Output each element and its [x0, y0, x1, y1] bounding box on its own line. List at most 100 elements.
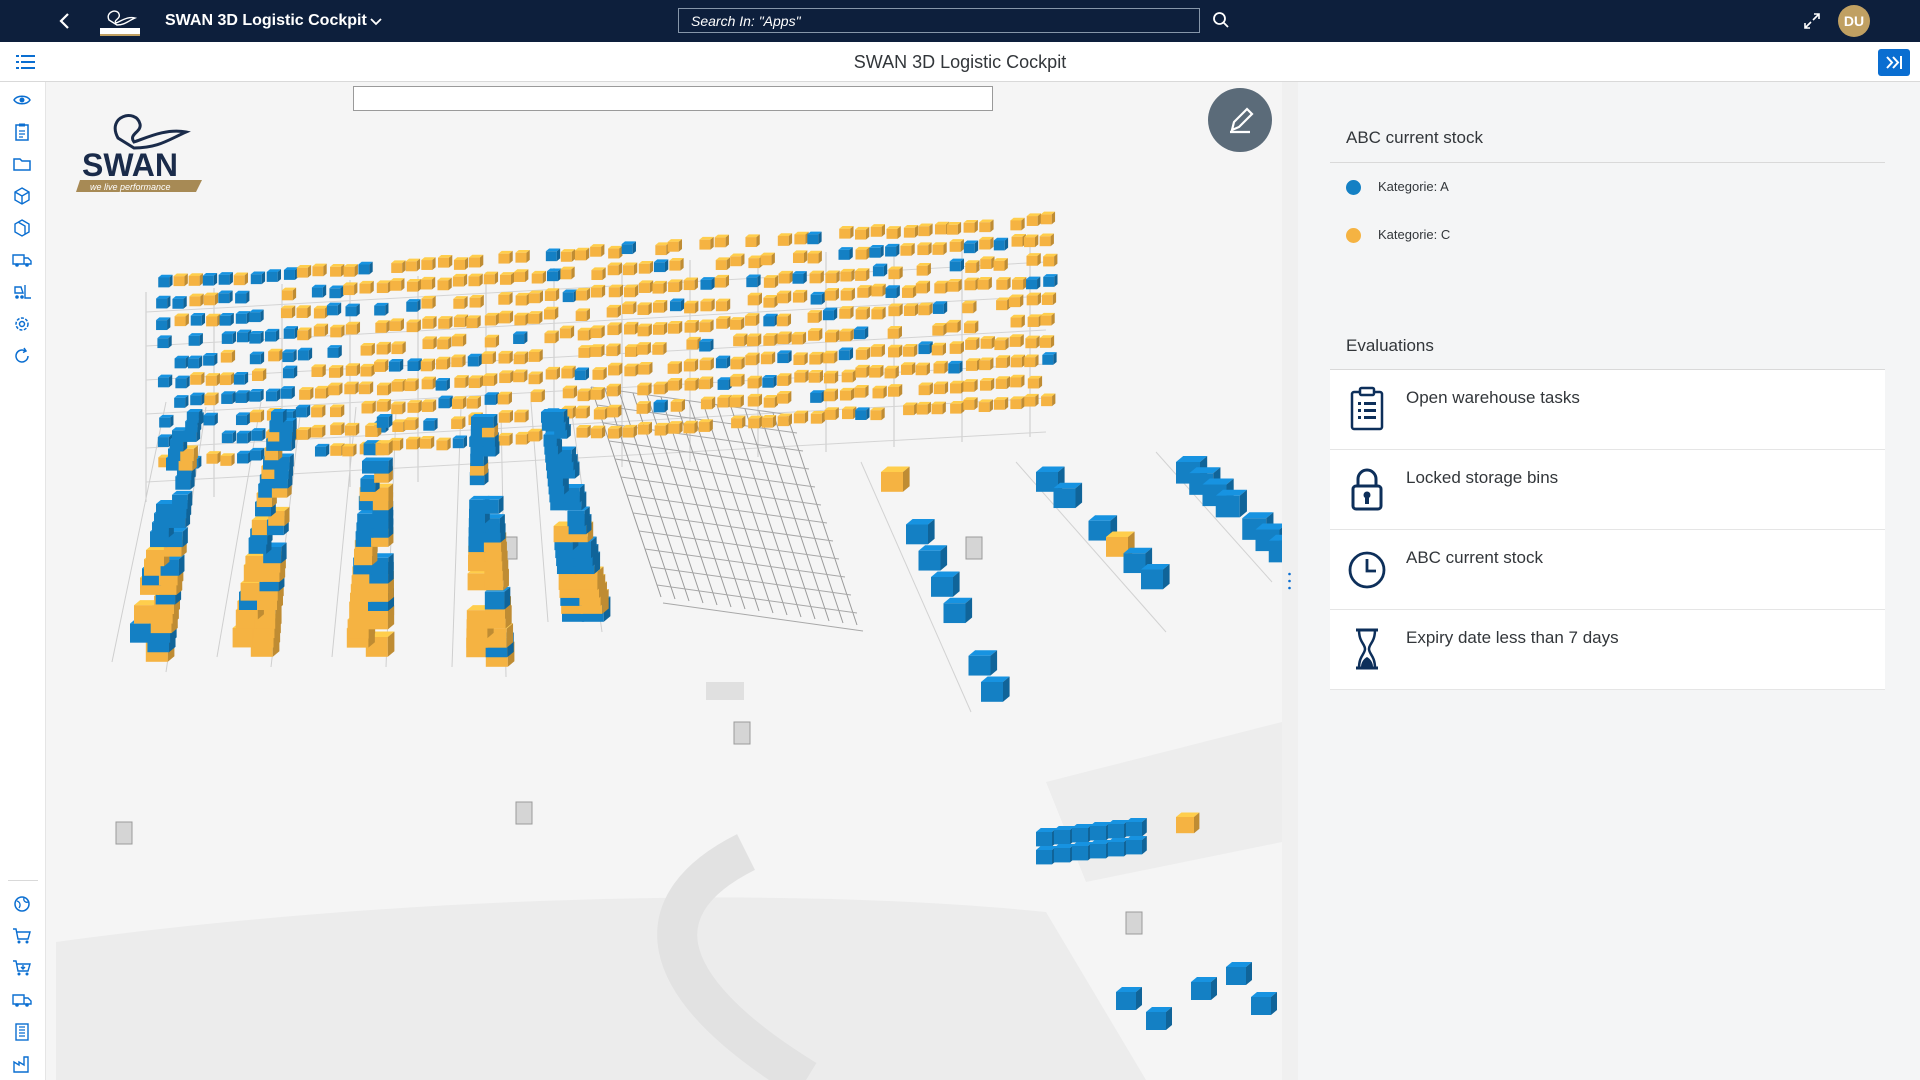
stock-bin	[203, 412, 218, 426]
bin-front	[949, 344, 961, 354]
bin-front	[1268, 540, 1282, 563]
bin-front	[249, 450, 261, 461]
stock-bin	[823, 388, 839, 402]
stock-bin	[887, 344, 903, 358]
bin-front	[824, 409, 836, 420]
collapse-panel-button[interactable]	[1878, 49, 1910, 76]
grid-level	[650, 566, 852, 596]
stock-bin	[1191, 977, 1217, 1000]
bin-front	[245, 556, 264, 573]
bin-front	[748, 258, 760, 269]
warehouse-scene[interactable]	[46, 82, 1282, 1080]
bin-front	[484, 591, 505, 610]
back-icon[interactable]	[55, 9, 75, 33]
stock-bin	[1036, 846, 1057, 865]
bin-front	[590, 328, 602, 339]
bin-front	[205, 375, 217, 386]
bin-front	[1036, 850, 1052, 865]
stock-bin	[451, 354, 466, 368]
bin-front	[979, 380, 991, 391]
bin-front	[700, 279, 712, 290]
stock-bin	[329, 285, 344, 299]
bin-front	[777, 376, 789, 386]
stock-bin	[249, 351, 265, 365]
stock-bin	[374, 302, 389, 316]
bin-front	[438, 318, 450, 329]
bin-front	[996, 279, 1008, 290]
bin-front	[978, 402, 990, 413]
bin-front	[134, 605, 155, 624]
bin-front	[855, 410, 867, 420]
stock-bin	[311, 424, 326, 438]
stock-bin	[700, 277, 715, 290]
stock-bin	[996, 277, 1011, 290]
stock-bin	[993, 237, 1009, 251]
packages-icon[interactable]	[12, 218, 32, 238]
factory-icon[interactable]	[12, 1054, 32, 1074]
stock-bin	[421, 295, 436, 309]
bin-front	[761, 417, 773, 428]
evaluation-abc-current-stock[interactable]: ABC current stock	[1330, 530, 1885, 610]
stock-bin	[977, 276, 992, 290]
stock-bin	[621, 241, 636, 255]
bin-front	[358, 384, 370, 395]
stock-bin	[296, 427, 312, 440]
chevron-down-icon[interactable]	[368, 13, 384, 29]
stock-bin	[979, 378, 995, 391]
truck-icon[interactable]	[12, 250, 32, 270]
bin-front	[1116, 992, 1136, 1010]
bin-front	[220, 455, 232, 466]
stock-bin	[590, 425, 606, 439]
app-title[interactable]: SWAN 3D Logistic Cockpit	[165, 12, 367, 30]
clipboard-icon[interactable]	[12, 122, 32, 142]
drag-handle-icon[interactable]	[1288, 572, 1291, 590]
stock-bin	[855, 347, 871, 360]
bin-front	[514, 315, 526, 326]
cart-icon[interactable]	[12, 926, 32, 946]
bin-front	[190, 315, 202, 326]
bin-front	[931, 404, 943, 415]
building-icon[interactable]	[12, 1022, 32, 1042]
bin-front	[421, 379, 433, 390]
bin-front	[236, 433, 248, 444]
bin-front	[190, 395, 202, 406]
evaluation-locked-storage-bins[interactable]: Locked storage bins	[1330, 450, 1885, 530]
stock-bin	[824, 287, 839, 301]
stock-bin	[731, 415, 746, 429]
package-icon[interactable]	[12, 186, 32, 206]
settings-icon[interactable]	[12, 314, 32, 334]
bin-front	[1041, 295, 1053, 305]
forklift-icon[interactable]	[12, 282, 32, 302]
bin-front	[637, 326, 649, 337]
refresh-icon[interactable]	[12, 346, 32, 366]
folder-icon[interactable]	[12, 154, 32, 174]
stock-bin	[745, 313, 760, 326]
stock-bin	[388, 358, 404, 372]
search-icon[interactable]	[1212, 11, 1230, 29]
stock-bin	[188, 333, 203, 346]
stock-bin	[855, 407, 870, 420]
search-field[interactable]: Search In: "Apps"	[678, 8, 1200, 33]
cart-arrow-icon[interactable]	[12, 958, 32, 978]
warehouse-3d-viewport[interactable]: SWAN we live performance	[46, 82, 1282, 1080]
swan-logo-icon[interactable]	[95, 6, 145, 36]
fullscreen-icon[interactable]	[1802, 11, 1822, 31]
panel-splitter[interactable]	[1282, 82, 1298, 1080]
truck-icon[interactable]	[12, 990, 32, 1010]
stock-bin	[888, 266, 903, 280]
stock-bin	[376, 398, 391, 412]
user-avatar[interactable]: DU	[1838, 5, 1870, 37]
bin-front	[607, 265, 619, 276]
stock-bin	[514, 409, 529, 423]
grid-column	[744, 408, 816, 620]
bin-front	[918, 226, 930, 237]
evaluation-open-warehouse-tasks[interactable]: Open warehouse tasks	[1330, 370, 1885, 450]
evaluation-expiry-date[interactable]: Expiry date less than 7 days	[1330, 610, 1885, 690]
globe-icon[interactable]	[12, 894, 32, 914]
bin-front	[931, 577, 953, 597]
stock-bin	[809, 270, 824, 284]
scene-search-input[interactable]	[353, 86, 993, 111]
edit-button[interactable]	[1208, 88, 1272, 152]
eye-icon[interactable]	[12, 90, 32, 110]
bin-front	[249, 354, 261, 365]
